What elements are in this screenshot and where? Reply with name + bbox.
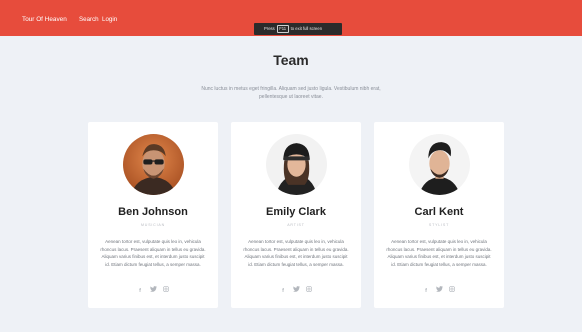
- member-role: Musician: [141, 223, 165, 227]
- facebook-icon[interactable]: f: [135, 287, 145, 295]
- portrait-photo: [266, 134, 327, 195]
- member-bio: Aenean tortor est, vulputate quis leo in…: [243, 239, 349, 267]
- social-links: f: [374, 286, 504, 295]
- member-name: Emily Clark: [266, 206, 326, 218]
- fullscreen-exit-toast: Press F11 to exit full screen: [254, 23, 342, 35]
- member-name: Carl Kent: [414, 206, 464, 218]
- navbar-brand-link[interactable]: Tour Of Heaven: [22, 16, 67, 23]
- nav-link-login[interactable]: Login: [102, 16, 117, 23]
- team-card-carl-kent: Carl Kent Stylist Aenean tortor est, vul…: [374, 122, 504, 308]
- toast-key: F11: [276, 25, 289, 33]
- team-card-ben-johnson: Ben Johnson Musician Aenean tortor est, …: [88, 122, 218, 308]
- team-card-emily-clark: Emily Clark Artist Aenean tortor est, vu…: [231, 122, 361, 308]
- twitter-icon[interactable]: [434, 286, 444, 294]
- avatar: [266, 134, 327, 195]
- social-links: f: [231, 286, 361, 295]
- facebook-icon[interactable]: f: [421, 287, 431, 295]
- portrait-photo: [409, 134, 470, 195]
- toast-prefix: Press: [264, 26, 275, 31]
- social-links: f: [88, 286, 218, 295]
- page-title: Team: [273, 52, 309, 68]
- member-role: Stylist: [428, 223, 450, 227]
- avatar: [409, 134, 470, 195]
- instagram-icon[interactable]: [161, 286, 171, 294]
- section-intro: Nunc luctus in metus eget fringilla. Ali…: [201, 86, 381, 100]
- member-bio: Aenean tortor est, vulputate quis leo in…: [100, 239, 206, 267]
- twitter-icon[interactable]: [291, 286, 301, 294]
- nav-link-search[interactable]: Search: [79, 16, 99, 23]
- member-role: Artist: [287, 223, 305, 227]
- portrait-photo: [123, 134, 184, 195]
- member-bio: Aenean tortor est, vulputate quis leo in…: [386, 239, 492, 267]
- twitter-icon[interactable]: [148, 286, 158, 294]
- avatar: [123, 134, 184, 195]
- facebook-icon[interactable]: f: [278, 287, 288, 295]
- instagram-icon[interactable]: [447, 286, 457, 294]
- instagram-icon[interactable]: [304, 286, 314, 294]
- member-name: Ben Johnson: [118, 206, 188, 218]
- toast-suffix: to exit full screen: [290, 26, 323, 31]
